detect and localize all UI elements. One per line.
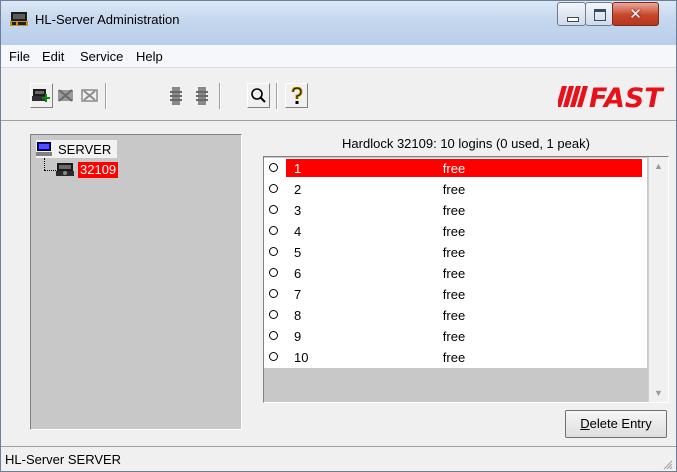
delete-icon — [81, 89, 98, 102]
menu-help[interactable]: Help — [136, 49, 163, 64]
delete-entry-label-rest: elete Entry — [589, 416, 652, 431]
row-status: free — [442, 350, 466, 365]
title-bar[interactable]: HL-Server Administration ✕ — [1, 1, 676, 45]
login-row[interactable]: 10 free — [264, 347, 647, 368]
computer-icon — [36, 142, 52, 156]
toolbar: FAST — [1, 68, 676, 121]
window-title: HL-Server Administration — [35, 12, 180, 27]
help-icon — [291, 86, 303, 104]
disconnect-button[interactable] — [190, 83, 213, 108]
delete-button[interactable] — [78, 83, 101, 108]
tree-child-label: 32109 — [78, 162, 119, 178]
tree-node-hardlock[interactable]: 32109 — [56, 161, 119, 179]
login-row[interactable]: 1 free — [264, 158, 647, 179]
row-status: free — [442, 287, 466, 302]
row-status: free — [442, 161, 466, 176]
add-server-button[interactable] — [30, 83, 53, 108]
hardlock-icon — [56, 163, 74, 176]
login-row[interactable]: 3 free — [264, 200, 647, 221]
help-button[interactable] — [285, 83, 308, 108]
status-bar: HL-Server SERVER — [1, 446, 676, 471]
server-app-icon — [10, 12, 28, 26]
server-tree[interactable]: SERVER 32109 — [30, 134, 242, 430]
tree-node-server[interactable]: SERVER — [36, 140, 118, 158]
search-button[interactable] — [247, 83, 270, 108]
tree-connector — [44, 158, 45, 170]
tree-connector — [44, 170, 56, 171]
app-window: HL-Server Administration ✕ File Edit Ser… — [0, 0, 677, 472]
vertical-scrollbar[interactable]: ▲ ▼ — [648, 157, 668, 402]
delete-entry-button[interactable]: Delete Entry — [565, 410, 667, 438]
connect-button[interactable] — [164, 83, 187, 108]
row-status: free — [442, 245, 466, 260]
remove-icon — [58, 89, 73, 102]
row-status: free — [442, 224, 466, 239]
search-icon — [251, 88, 266, 103]
menu-file[interactable]: File — [9, 49, 30, 64]
row-status: free — [442, 329, 466, 344]
menu-service[interactable]: Service — [80, 49, 123, 64]
login-row[interactable]: 5 free — [264, 242, 647, 263]
row-status: free — [442, 182, 466, 197]
login-row[interactable]: 6 free — [264, 263, 647, 284]
toolbar-separator — [105, 83, 107, 109]
row-status: free — [442, 203, 466, 218]
maximize-button[interactable] — [585, 2, 613, 26]
disconnect-icon — [195, 86, 208, 105]
hardlock-summary: Hardlock 32109: 10 logins (0 used, 1 pea… — [342, 136, 590, 151]
login-row[interactable]: 9 free — [264, 326, 647, 347]
row-status: free — [442, 266, 466, 281]
add-server-icon — [32, 89, 50, 102]
login-row[interactable]: 2 free — [264, 179, 647, 200]
maximize-icon — [594, 9, 606, 21]
delete-entry-mnemonic: D — [580, 416, 590, 431]
toolbar-separator — [276, 83, 278, 109]
menu-bar: File Edit Service Help — [1, 45, 676, 68]
toolbar-separator — [219, 83, 221, 109]
login-list[interactable]: 1 free 2 free 3 free 4 free 5 free 6 free 7 free 8 free… — [263, 156, 669, 403]
scroll-up-icon[interactable]: ▲ — [649, 161, 668, 171]
login-row[interactable]: 7 free — [264, 284, 647, 305]
login-row[interactable]: 8 free — [264, 305, 647, 326]
tree-root-label: SERVER — [58, 141, 112, 157]
scroll-down-icon[interactable]: ▼ — [649, 388, 668, 398]
close-button[interactable]: ✕ — [612, 2, 659, 26]
fast-logo: FAST — [558, 83, 665, 114]
login-row[interactable]: 4 free — [264, 221, 647, 242]
connect-icon — [169, 86, 182, 105]
brand-text: FAST — [589, 83, 665, 114]
login-rows: 1 free 2 free 3 free 4 free 5 free 6 free 7 free 8 free… — [264, 158, 647, 368]
minimize-icon — [567, 17, 579, 22]
resize-grip-icon[interactable] — [661, 458, 673, 470]
row-status: free — [442, 308, 466, 323]
remove-button[interactable] — [54, 83, 77, 108]
minimize-button[interactable] — [557, 2, 586, 26]
status-text: HL-Server SERVER — [5, 452, 122, 467]
close-icon: ✕ — [629, 5, 642, 23]
menu-edit[interactable]: Edit — [42, 49, 64, 64]
